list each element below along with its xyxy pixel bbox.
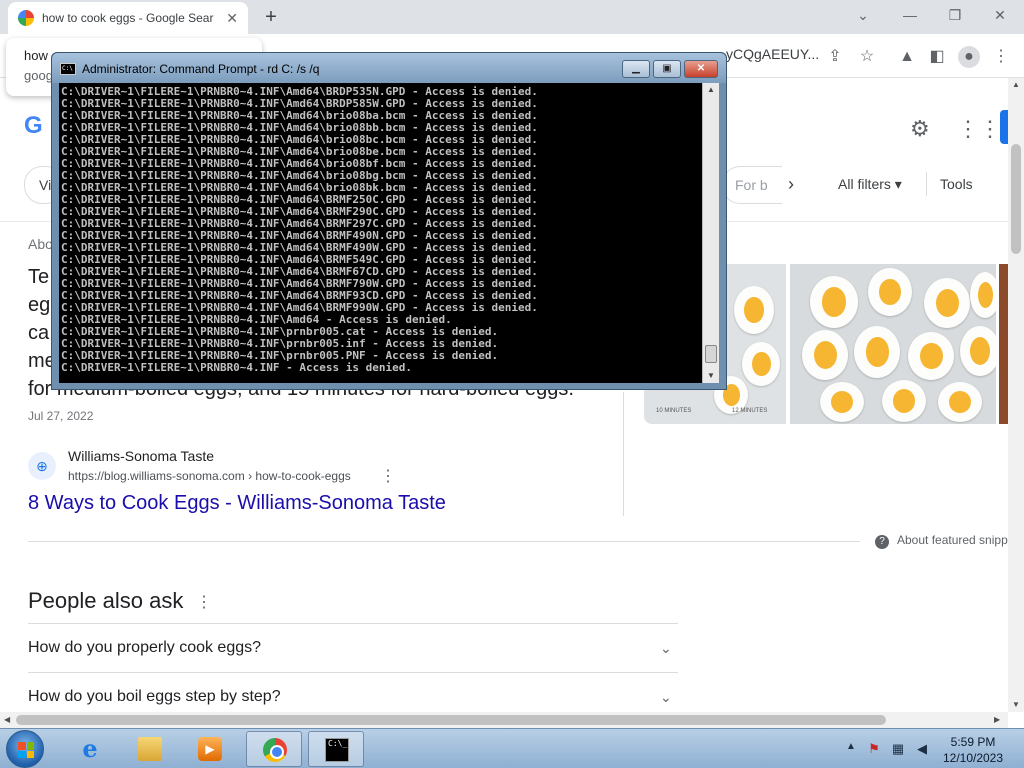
sign-in-button-edge[interactable] <box>1000 110 1008 144</box>
tab-close-icon[interactable]: ✕ <box>226 10 238 27</box>
eggs-image-2[interactable] <box>790 264 996 424</box>
vertical-scroll-thumb[interactable] <box>1011 144 1021 254</box>
windows-taskbar: e ▶ C:\_ ▲ ⚑ ▦ ◀ 5:59 PM 12/10/2023 <box>0 728 1024 768</box>
scroll-left-icon[interactable]: ◀ <box>4 715 10 724</box>
snippet-line-3: ca <box>28 322 50 344</box>
profile-avatar-icon[interactable]: ● <box>958 46 980 68</box>
show-hidden-icons-icon[interactable]: ▲ <box>846 741 856 752</box>
windows-logo-icon <box>18 742 34 758</box>
result-more-icon[interactable]: ⋮ <box>380 466 396 486</box>
system-clock[interactable]: 5:59 PM 12/10/2023 <box>938 734 1008 766</box>
paa-divider <box>28 623 678 624</box>
snippet-line-1: Te <box>28 266 50 288</box>
taskbar-file-explorer[interactable] <box>122 731 178 767</box>
internet-explorer-icon: e <box>82 734 98 763</box>
clock-time: 5:59 PM <box>950 735 996 749</box>
filter-chip-partial[interactable]: For b <box>722 166 782 204</box>
cmd-console-output[interactable]: C:\DRIVER~1\FILERE~1\PRNBR0~4.INF\Amd64\… <box>59 83 702 383</box>
cmd-app-icon: C:\ <box>60 63 76 75</box>
result-title-link[interactable]: 8 Ways to Cook Eggs - Williams-Sonoma Ta… <box>28 492 446 515</box>
google-logo[interactable]: G <box>24 112 43 140</box>
image-caption-10-min: 10 MINUTES <box>656 408 692 414</box>
paa-more-icon[interactable]: ⋮ <box>196 592 212 612</box>
folder-icon <box>138 737 162 761</box>
cmd-minimize-button[interactable]: ▁ <box>622 60 650 78</box>
taskbar-media-player[interactable]: ▶ <box>182 731 238 767</box>
all-filters-button[interactable]: All filters ▾ <box>838 176 902 193</box>
image-caption-12-min: 12 MINUTES <box>732 408 768 414</box>
minimize-button[interactable]: — <box>890 4 930 26</box>
cmd-title-bar[interactable]: C:\ Administrator: Command Prompt - rd C… <box>52 53 726 83</box>
cmd-scrollbar[interactable]: ▲ ▼ <box>702 83 719 383</box>
eggs-image-3[interactable] <box>999 264 1008 424</box>
cmd-output-line: C:\DRIVER~1\FILERE~1\PRNBR0~4.INF - Acce… <box>61 361 412 374</box>
cmd-scroll-up-icon[interactable]: ▲ <box>707 85 715 94</box>
command-prompt-window[interactable]: C:\ Administrator: Command Prompt - rd C… <box>51 52 727 390</box>
page-horizontal-scrollbar[interactable]: ◀ ▶ <box>0 712 1008 728</box>
menu-kebab-icon[interactable]: ⋮ <box>990 46 1012 68</box>
help-icon: ? <box>875 535 889 549</box>
cmd-maximize-button[interactable]: ▣ <box>653 60 681 78</box>
tab-search-chevron-icon[interactable]: ⌄ <box>843 4 883 26</box>
action-center-flag-icon[interactable]: ⚑ <box>866 741 882 757</box>
paa-divider <box>28 672 678 673</box>
chevron-right-icon[interactable]: › <box>788 174 794 195</box>
horizontal-scroll-thumb[interactable] <box>16 715 886 725</box>
cmd-close-button[interactable]: ✕ <box>684 60 718 78</box>
media-player-icon: ▶ <box>198 737 222 761</box>
featured-snippet-label: Abo <box>28 236 53 252</box>
about-featured-snippets[interactable]: ? About featured snipp <box>875 533 1008 549</box>
tab-strip: how to cook eggs - Google Sear ✕ + ⌄ — ❐… <box>0 0 1024 34</box>
tab-google-search[interactable]: how to cook eggs - Google Sear ✕ <box>8 2 248 34</box>
network-icon[interactable]: ▦ <box>890 741 906 757</box>
command-prompt-icon: C:\_ <box>325 738 349 762</box>
tab-title: how to cook eggs - Google Sear <box>42 11 214 25</box>
paa-question-2[interactable]: How do you boil eggs step by step? <box>28 688 281 706</box>
chevron-down-icon[interactable]: ⌄ <box>660 640 672 657</box>
cmd-window-title: Administrator: Command Prompt - rd C: /s… <box>82 62 320 76</box>
result-site-url[interactable]: https://blog.williams-sonoma.com › how-t… <box>68 469 351 483</box>
toolbar-divider <box>926 172 927 196</box>
start-button[interactable] <box>6 730 44 768</box>
bookmark-star-icon[interactable]: ☆ <box>856 46 878 68</box>
share-icon[interactable]: ⇪ <box>824 46 846 68</box>
scroll-down-icon[interactable]: ▼ <box>1012 700 1020 709</box>
google-favicon-icon <box>18 10 34 26</box>
taskbar-command-prompt[interactable]: C:\_ <box>308 731 364 767</box>
snippet-date: Jul 27, 2022 <box>28 409 94 423</box>
close-window-button[interactable]: ✕ <box>980 4 1020 26</box>
chevron-down-icon[interactable]: ⌄ <box>660 689 672 706</box>
about-featured-snippets-label: About featured snipp <box>897 533 1008 547</box>
cmd-scroll-down-icon[interactable]: ▼ <box>707 371 715 380</box>
paa-question-1[interactable]: How do you properly cook eggs? <box>28 639 261 657</box>
address-bar-url[interactable]: yCQgAEEUY... <box>726 46 819 62</box>
new-tab-button[interactable]: + <box>258 4 284 30</box>
tools-button[interactable]: Tools <box>940 176 973 192</box>
google-apps-icon[interactable]: ⋮⋮ <box>957 116 1001 142</box>
settings-gear-icon[interactable]: ⚙ <box>910 116 930 142</box>
volume-muted-icon[interactable]: ◀ <box>914 741 930 757</box>
result-site-name[interactable]: Williams-Sonoma Taste <box>68 448 214 464</box>
globe-icon: ⊕ <box>28 452 56 480</box>
taskbar-internet-explorer[interactable]: e <box>62 731 118 767</box>
section-divider <box>28 541 860 542</box>
taskbar-chrome[interactable] <box>246 731 302 767</box>
snippet-line-2: eg <box>28 294 51 316</box>
page-vertical-scrollbar[interactable]: ▲ ▼ <box>1008 78 1024 712</box>
cmd-scroll-thumb[interactable] <box>705 345 717 363</box>
restore-button[interactable]: ❐ <box>935 4 975 26</box>
snippet-image-divider <box>623 392 624 516</box>
scroll-up-icon[interactable]: ▲ <box>1012 80 1020 89</box>
clock-date: 12/10/2023 <box>942 751 1004 765</box>
people-also-ask-title: People also ask <box>28 588 184 613</box>
chrome-icon <box>263 738 287 762</box>
side-panel-icon[interactable]: ◧ <box>926 46 948 68</box>
extensions-icon[interactable]: ▲ <box>896 46 918 68</box>
scroll-right-icon[interactable]: ▶ <box>994 715 1000 724</box>
